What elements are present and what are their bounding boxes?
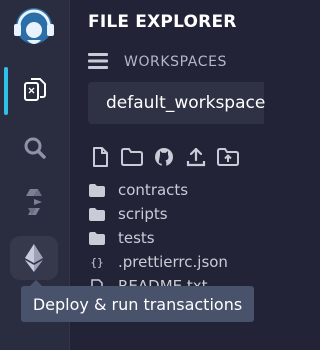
panel-title: FILE EXPLORER (88, 12, 237, 32)
workspace-dropdown[interactable]: default_workspace (88, 82, 266, 124)
folder-icon (88, 206, 106, 222)
new-folder-icon[interactable] (120, 146, 144, 168)
workspace-selected-value: default_workspace (106, 93, 266, 113)
file-tree: contracts scripts tests {} .prettierrc.j… (88, 178, 228, 298)
file-toolbar (88, 146, 240, 168)
upload-file-icon[interactable] (184, 146, 208, 168)
folder-icon (88, 182, 106, 198)
tooltip: Deploy & run transactions (21, 286, 254, 322)
tree-item-label: scripts (118, 205, 168, 223)
active-plugin-indicator (4, 67, 8, 115)
upload-folder-icon[interactable] (216, 146, 240, 168)
remix-logo-icon[interactable] (10, 4, 58, 52)
tree-item-prettierrc[interactable]: {} .prettierrc.json (88, 250, 228, 274)
tree-item-scripts[interactable]: scripts (88, 202, 228, 226)
tree-item-tests[interactable]: tests (88, 226, 228, 250)
tree-item-label: tests (118, 229, 155, 247)
hamburger-menu-icon[interactable] (88, 53, 108, 69)
tree-item-contracts[interactable]: contracts (88, 178, 228, 202)
deploy-run-icon[interactable] (10, 236, 58, 280)
tree-item-label: contracts (118, 181, 189, 199)
tree-item-label: .prettierrc.json (118, 253, 228, 271)
solidity-compiler-icon[interactable] (14, 182, 56, 222)
github-icon[interactable] (152, 146, 176, 168)
workspaces-label: WORKSPACES (124, 54, 228, 70)
json-file-icon: {} (90, 255, 104, 269)
folder-icon (88, 230, 106, 246)
search-icon[interactable] (14, 128, 56, 168)
new-file-icon[interactable] (88, 146, 112, 168)
file-explorer-icon[interactable] (14, 71, 56, 111)
